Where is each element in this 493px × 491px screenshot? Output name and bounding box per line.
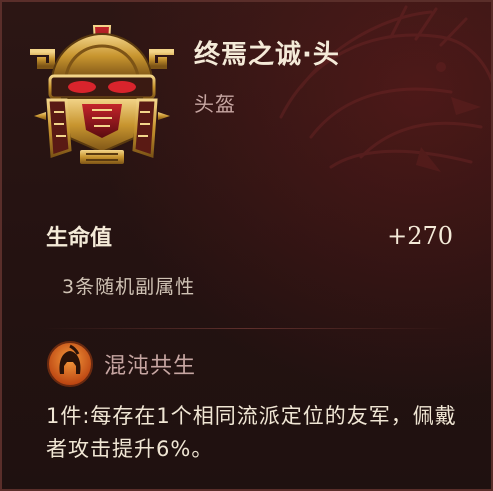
helmet-item-icon — [30, 25, 174, 164]
section-divider — [42, 328, 451, 329]
main-stat-label: 生命值 — [46, 226, 113, 251]
item-type: 头盔 — [194, 92, 236, 116]
set-name: 混沌共生 — [104, 354, 197, 379]
dragon-watermark-icon — [279, 5, 491, 172]
set-bonus-header: 混沌共生 — [46, 340, 196, 388]
spartan-helmet-icon — [47, 341, 93, 387]
random-substats-note: 3条随机副属性 — [62, 276, 196, 298]
main-stat-row: 生命值 +270 — [46, 220, 453, 252]
set-bonus-description: 1件:每存在1个相同流派定位的友军，佩戴者攻击提升6%。 — [46, 404, 457, 461]
item-name: 终焉之诚·头 — [194, 40, 340, 70]
item-tooltip-card: 终焉之诚·头 头盔 生命值 +270 3条随机副属性 混沌共生 1件:每存在1个… — [0, 0, 493, 491]
main-stat-value: +270 — [387, 222, 453, 250]
